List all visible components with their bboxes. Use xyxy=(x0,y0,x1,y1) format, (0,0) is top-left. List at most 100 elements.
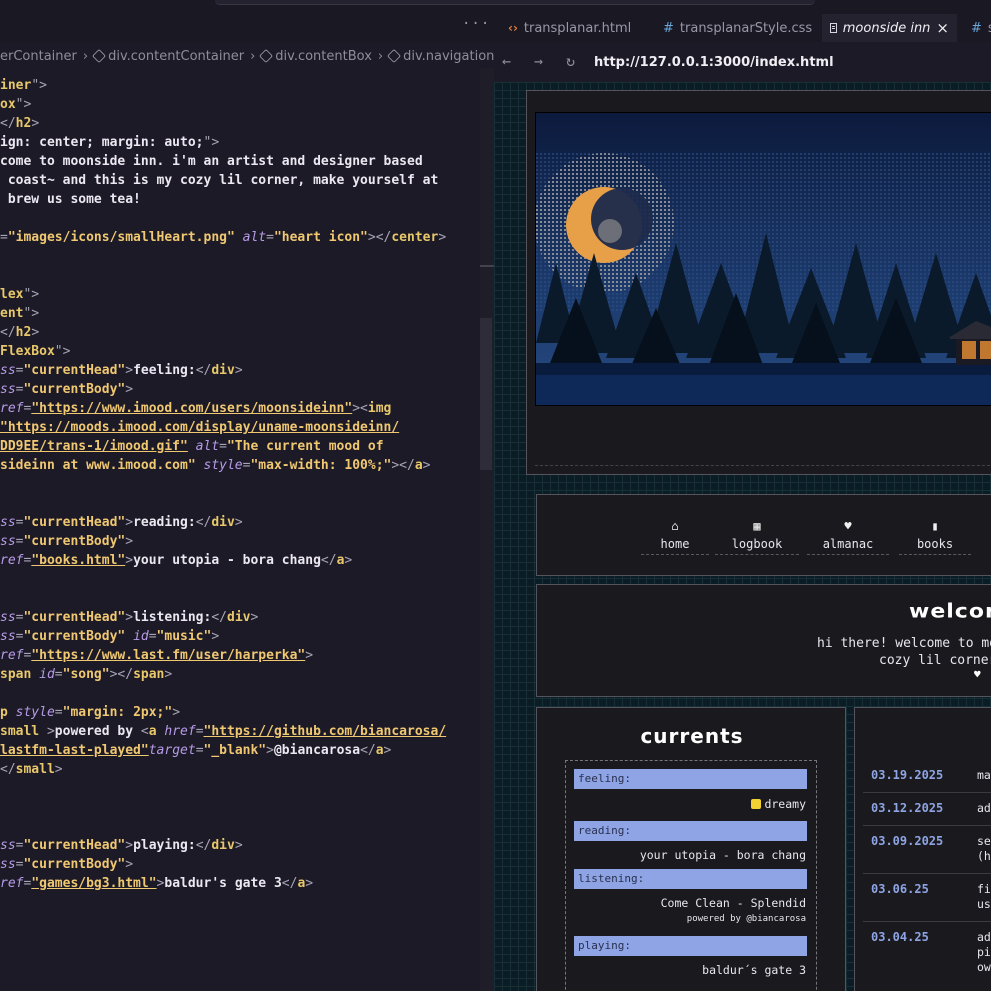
code-token: "currentHead" xyxy=(23,838,126,853)
code-token: "music" xyxy=(156,629,212,644)
current-body-feeling[interactable]: dreamy xyxy=(751,797,806,811)
code-token: div xyxy=(211,363,235,378)
tab-label: transplanar.html xyxy=(523,20,632,36)
code-token: "games/bg3.html" xyxy=(31,876,157,891)
code-token: small xyxy=(0,724,40,739)
welcome-text: hi there! welcome to moonside inn. i´m a… xyxy=(817,636,991,668)
nav-books[interactable]: ▮ books xyxy=(899,519,971,555)
breadcrumb-item[interactable]: div.contentBox xyxy=(259,49,372,64)
url-bar[interactable]: http://127.0.0.1:3000/index.html xyxy=(594,55,834,70)
code-token: ox xyxy=(0,97,16,112)
code-line[interactable]: ss="currentBody"> xyxy=(0,532,133,551)
current-head-listening: listening: xyxy=(574,869,807,889)
code-token: > xyxy=(172,705,181,720)
logbook-box: 03.19.2025 ma 03.12.2025 ad 03.09.2025 s… xyxy=(854,707,991,991)
code-line[interactable]: ss="currentBody" id="music"> xyxy=(0,627,219,646)
nav-logbook[interactable]: ▦ logbook xyxy=(715,519,799,555)
tab-style-css[interactable]: # s xyxy=(963,14,991,42)
log-row[interactable]: 03.04.25 ad pi ow xyxy=(863,922,991,986)
code-token: > xyxy=(46,724,55,739)
code-token: "currentBody" xyxy=(23,857,126,872)
site-navigation: ⌂ home ▦ logbook ♥ almanac ▮ books xyxy=(536,494,991,576)
code-token: center xyxy=(391,230,439,245)
more-actions-icon[interactable]: ··· xyxy=(462,16,490,32)
code-line[interactable]: ="images/icons/smallHeart.png" alt="hear… xyxy=(0,228,446,247)
code-line[interactable]: ss="currentHead">feeling:</div> xyxy=(0,361,243,380)
code-token: "currentHead" xyxy=(23,610,126,625)
code-line[interactable]: DD9EE/trans-1/imood.gif" alt="The curren… xyxy=(0,437,384,456)
code-token: = xyxy=(54,705,63,720)
code-line[interactable]: lex"> xyxy=(0,285,39,304)
reload-icon[interactable]: ↻ xyxy=(566,52,575,70)
code-line[interactable]: </h2> xyxy=(0,323,39,342)
code-line[interactable]: come to moonside inn. i'm an artist and … xyxy=(0,152,423,171)
code-line[interactable]: ox"> xyxy=(0,95,31,114)
log-row[interactable]: 03.09.2025 se (h xyxy=(863,826,991,874)
code-editor[interactable]: iner"> ox"> </h2> ign: center; margin: auto… xyxy=(0,68,480,991)
code-token: div xyxy=(211,838,235,853)
log-row[interactable]: 03.19.2025 ma xyxy=(863,760,991,793)
code-line[interactable]: p style="margin: 2px;"> xyxy=(0,703,180,722)
code-token: > xyxy=(234,515,243,530)
welcome-box: welcom hi there! welcome to moonside inn… xyxy=(536,584,991,697)
forward-icon[interactable]: → xyxy=(534,52,543,70)
code-line[interactable]: ss="currentHead">reading:</div> xyxy=(0,513,243,532)
code-token: span xyxy=(0,667,32,682)
code-token: "https://github.com/biancarosa/ xyxy=(203,724,447,739)
code-token: target xyxy=(148,743,196,758)
code-line[interactable]: lastfm-last-played"target="_blank">@bian… xyxy=(0,741,391,760)
code-token: reading: xyxy=(133,515,196,530)
powered-by-link[interactable]: powered by @biancarosa xyxy=(687,914,806,924)
code-line[interactable]: ref="https://www.imood.com/users/moonsid… xyxy=(0,399,391,418)
tab-transplanar-html[interactable]: ‹› transplanar.html xyxy=(500,14,639,42)
code-line[interactable]: ss="currentHead">listening:</div> xyxy=(0,608,258,627)
code-token: </ xyxy=(0,325,16,340)
code-line[interactable]: ign: center; margin: auto;"> xyxy=(0,133,219,152)
breadcrumb-item[interactable]: erContainer xyxy=(0,49,77,64)
nav-almanac[interactable]: ♥ almanac xyxy=(807,519,889,555)
code-token: "https://www.last.fm/user/harperka" xyxy=(31,648,306,663)
code-line[interactable]: FlexBox"> xyxy=(0,342,70,361)
command-center[interactable] xyxy=(215,0,815,5)
code-token: id xyxy=(39,667,55,682)
close-icon[interactable]: × xyxy=(936,19,949,37)
back-icon[interactable]: ← xyxy=(502,52,511,70)
code-line[interactable]: small >powered by <a href="https://githu… xyxy=(0,722,446,741)
editor-tab-bar: ··· ‹› transplanar.html # transplanarSty… xyxy=(0,0,991,42)
log-row[interactable]: 03.12.2025 ad xyxy=(863,793,991,826)
code-line[interactable]: brew us some tea! xyxy=(0,190,141,209)
breadcrumb-item[interactable]: div.navigation xyxy=(387,49,494,64)
code-token: div xyxy=(211,515,235,530)
current-body-reading[interactable]: your utopia - bora chang xyxy=(640,848,806,862)
tab-moonside-inn[interactable]: moonside inn × xyxy=(822,14,957,42)
code-token: ss xyxy=(0,534,16,549)
code-line[interactable]: ref="games/bg3.html">baldur's gate 3</a> xyxy=(0,874,313,893)
current-body-listening[interactable]: Come Clean - Splendid xyxy=(661,896,806,910)
code-line[interactable]: ss="currentBody"> xyxy=(0,380,133,399)
code-token: "> xyxy=(15,97,32,112)
code-line[interactable]: </h2> xyxy=(0,114,39,133)
code-line[interactable]: "https://moods.imood.com/display/uname-m… xyxy=(0,418,399,437)
calendar-icon: ▦ xyxy=(753,519,761,533)
code-token: </ xyxy=(0,762,16,777)
code-token: </ xyxy=(195,363,212,378)
breadcrumb-item[interactable]: div.contentContainer xyxy=(92,49,244,64)
tab-transplanar-style-css[interactable]: # transplanarStyle.css xyxy=(655,14,820,42)
code-line[interactable]: iner"> xyxy=(0,76,47,95)
code-line[interactable]: ent"> xyxy=(0,304,39,323)
code-line[interactable]: sideinn at www.imood.com" style="max-wid… xyxy=(0,456,431,475)
code-line[interactable]: coast~ and this is my cozy lil corner, m… xyxy=(0,171,438,190)
code-line[interactable]: ref="books.html">your utopia - bora chan… xyxy=(0,551,352,570)
code-line[interactable]: </small> xyxy=(0,760,63,779)
code-line[interactable]: ss="currentHead">playing:</div> xyxy=(0,836,243,855)
code-line[interactable]: ss="currentBody"> xyxy=(0,855,133,874)
log-row[interactable]: 03.06.25 fi us xyxy=(863,874,991,922)
editor-scrollbar[interactable] xyxy=(480,68,494,991)
code-line[interactable]: ref="https://www.last.fm/user/harperka"> xyxy=(0,646,313,665)
scrollbar-thumb[interactable] xyxy=(480,318,492,470)
code-line[interactable]: span id="song"></span> xyxy=(0,665,172,684)
code-token: img xyxy=(367,401,392,416)
current-body-playing[interactable]: baldur´s gate 3 xyxy=(702,963,806,977)
nav-home[interactable]: ⌂ home xyxy=(641,519,709,555)
